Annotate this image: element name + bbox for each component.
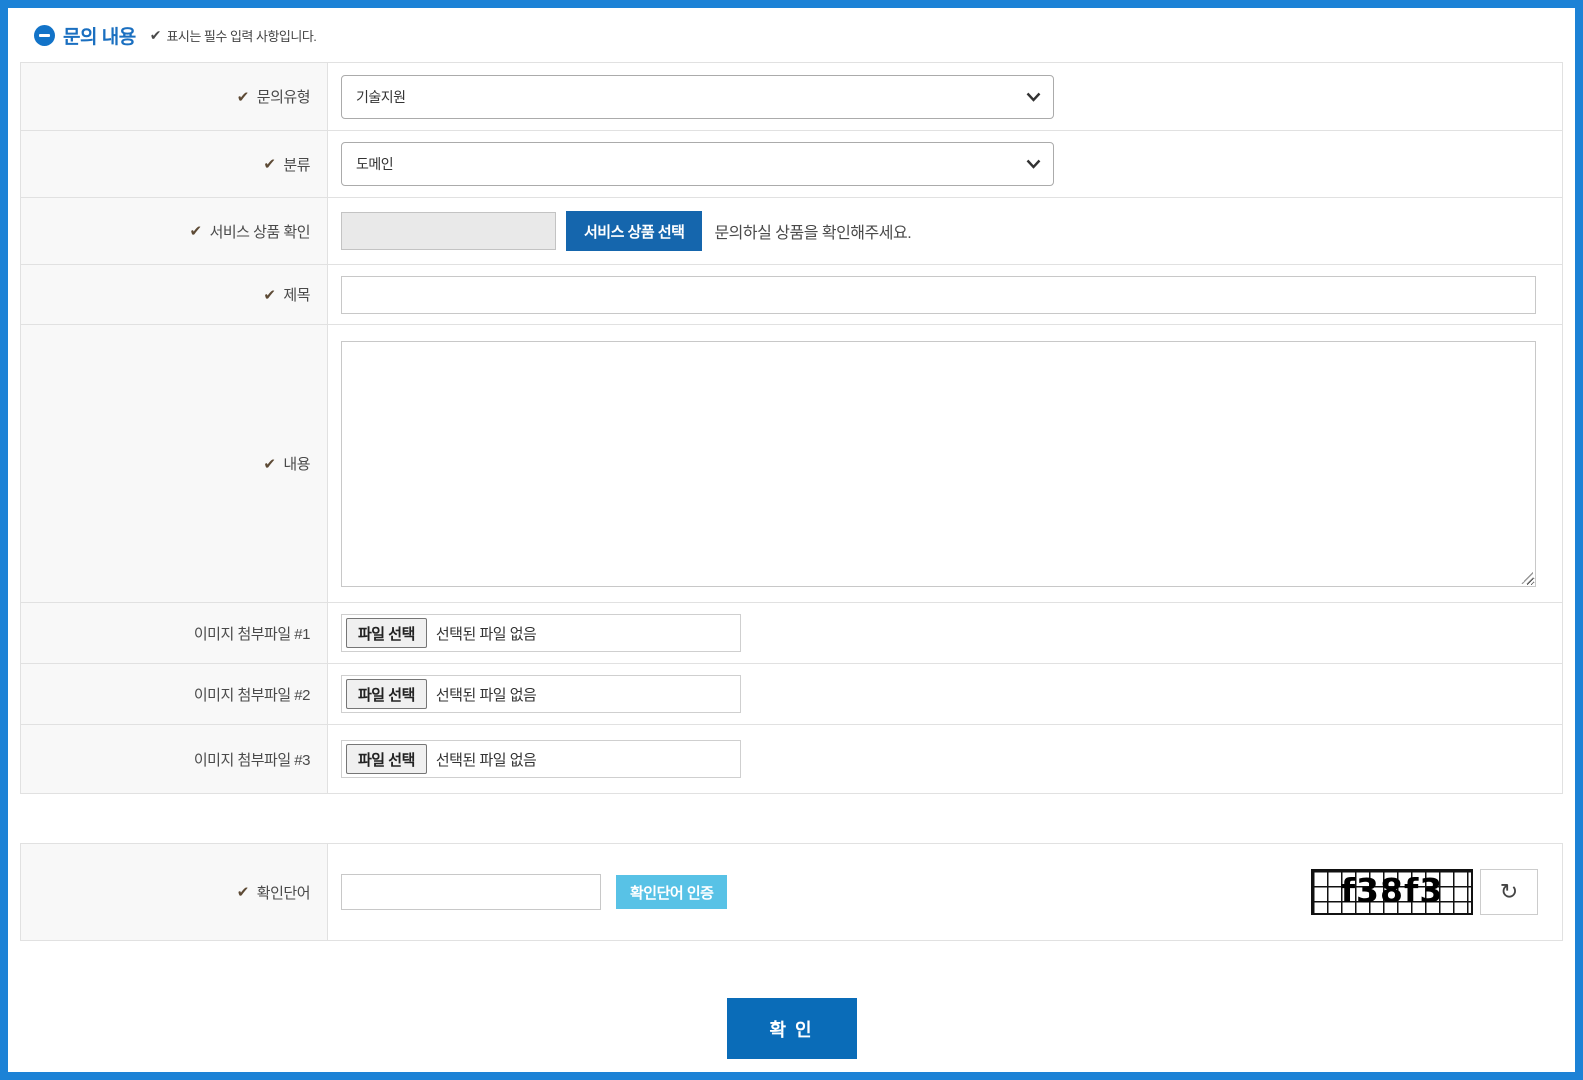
content-value-cell (328, 325, 1562, 602)
captcha-input[interactable] (341, 874, 601, 910)
category-label: 분류 (283, 154, 310, 175)
attachment-1-file-status: 선택된 파일 없음 (436, 623, 536, 644)
minus-glyph (39, 34, 50, 37)
service-product-label-cell: ✔ 서비스 상품 확인 (21, 198, 328, 264)
category-value-cell: 도메인 (328, 131, 1562, 197)
captcha-label: 확인단어 (257, 882, 310, 903)
service-product-label: 서비스 상품 확인 (210, 221, 310, 242)
title-input[interactable] (341, 276, 1536, 314)
inquiry-type-select[interactable]: 기술지원 (341, 75, 1054, 119)
captcha-refresh-button[interactable]: ↻ (1480, 869, 1538, 915)
section-header: 문의 내용 ✔ 표시는 필수 입력 사항입니다. (34, 21, 1563, 49)
inquiry-table: ✔ 문의유형 기술지원 ✔ 분류 도메인 (20, 62, 1563, 794)
content-label: 내용 (283, 453, 310, 474)
submit-area: 확 인 (20, 998, 1563, 1059)
collapse-section-icon[interactable] (34, 25, 55, 46)
row-content: ✔ 내용 (21, 325, 1562, 603)
captcha-image-group: f38f3 ↻ (1311, 869, 1538, 915)
row-captcha: ✔ 확인단어 확인단어 인증 f38f3 ↻ (21, 844, 1562, 941)
required-note-text: 표시는 필수 입력 사항입니다. (166, 26, 316, 45)
row-inquiry-type: ✔ 문의유형 기술지원 (21, 63, 1562, 131)
title-label-cell: ✔ 제목 (21, 265, 328, 324)
required-note: ✔ 표시는 필수 입력 사항입니다. (150, 26, 317, 45)
attachment-2-file-input[interactable]: 파일 선택 선택된 파일 없음 (341, 675, 741, 713)
service-product-value-cell: 서비스 상품 선택 문의하실 상품을 확인해주세요. (328, 198, 1562, 264)
category-label-cell: ✔ 분류 (21, 131, 328, 197)
required-check-icon: ✔ (237, 88, 249, 106)
resize-grip-icon[interactable] (1521, 572, 1533, 584)
attachment-1-label: 이미지 첨부파일 #1 (194, 623, 310, 644)
attachment-1-file-button[interactable]: 파일 선택 (346, 618, 427, 648)
check-icon: ✔ (150, 27, 162, 44)
captcha-image: f38f3 (1311, 869, 1473, 915)
content-textarea[interactable] (341, 341, 1536, 587)
attachment-3-file-button[interactable]: 파일 선택 (346, 744, 427, 774)
chevron-down-icon (1026, 159, 1041, 169)
attachment-2-value-cell: 파일 선택 선택된 파일 없음 (328, 664, 1562, 724)
attachment-2-file-button[interactable]: 파일 선택 (346, 679, 427, 709)
section-title: 문의 내용 (63, 22, 136, 49)
attachment-3-label: 이미지 첨부파일 #3 (194, 749, 310, 770)
required-check-icon: ✔ (263, 455, 275, 473)
service-product-input (341, 212, 556, 250)
service-product-help-text: 문의하실 상품을 확인해주세요. (714, 219, 911, 243)
refresh-icon: ↻ (1500, 879, 1518, 905)
required-check-icon: ✔ (237, 883, 249, 901)
attachment-3-file-input[interactable]: 파일 선택 선택된 파일 없음 (341, 740, 741, 778)
captcha-table: ✔ 확인단어 확인단어 인증 f38f3 ↻ (20, 843, 1563, 941)
submit-button[interactable]: 확 인 (727, 998, 857, 1059)
attachment-3-label-cell: 이미지 첨부파일 #3 (21, 725, 328, 793)
row-title: ✔ 제목 (21, 265, 1562, 325)
attachment-3-file-status: 선택된 파일 없음 (436, 749, 536, 770)
row-attachment-1: 이미지 첨부파일 #1 파일 선택 선택된 파일 없음 (21, 603, 1562, 664)
captcha-label-cell: ✔ 확인단어 (21, 844, 328, 940)
title-label: 제목 (283, 284, 310, 305)
category-select[interactable]: 도메인 (341, 142, 1054, 186)
row-category: ✔ 분류 도메인 (21, 131, 1562, 198)
title-value-cell (328, 265, 1562, 324)
attachment-1-label-cell: 이미지 첨부파일 #1 (21, 603, 328, 663)
inquiry-type-value-cell: 기술지원 (328, 63, 1562, 130)
inquiry-form-page: 문의 내용 ✔ 표시는 필수 입력 사항입니다. ✔ 문의유형 기술지원 (0, 0, 1583, 1080)
attachment-3-value-cell: 파일 선택 선택된 파일 없음 (328, 725, 1562, 793)
attachment-2-label: 이미지 첨부파일 #2 (194, 684, 310, 705)
required-check-icon: ✔ (263, 155, 275, 173)
attachment-2-label-cell: 이미지 첨부파일 #2 (21, 664, 328, 724)
service-product-select-button[interactable]: 서비스 상품 선택 (566, 211, 702, 251)
captcha-text: f38f3 (1341, 874, 1444, 907)
row-attachment-3: 이미지 첨부파일 #3 파일 선택 선택된 파일 없음 (21, 725, 1562, 794)
captcha-value-cell: 확인단어 인증 f38f3 ↻ (328, 844, 1562, 940)
inquiry-type-label: 문의유형 (257, 86, 310, 107)
attachment-2-file-status: 선택된 파일 없음 (436, 684, 536, 705)
attachment-1-value-cell: 파일 선택 선택된 파일 없음 (328, 603, 1562, 663)
required-check-icon: ✔ (263, 286, 275, 304)
content-label-cell: ✔ 내용 (21, 325, 328, 602)
required-check-icon: ✔ (189, 222, 201, 240)
row-attachment-2: 이미지 첨부파일 #2 파일 선택 선택된 파일 없음 (21, 664, 1562, 725)
page-content: 문의 내용 ✔ 표시는 필수 입력 사항입니다. ✔ 문의유형 기술지원 (20, 21, 1563, 1059)
row-service-product: ✔ 서비스 상품 확인 서비스 상품 선택 문의하실 상품을 확인해주세요. (21, 198, 1562, 265)
chevron-down-icon (1026, 92, 1041, 102)
inquiry-type-label-cell: ✔ 문의유형 (21, 63, 328, 130)
inquiry-type-selected-value: 기술지원 (356, 87, 406, 107)
attachment-1-file-input[interactable]: 파일 선택 선택된 파일 없음 (341, 614, 741, 652)
captcha-verify-button[interactable]: 확인단어 인증 (616, 875, 727, 909)
category-selected-value: 도메인 (356, 154, 393, 174)
